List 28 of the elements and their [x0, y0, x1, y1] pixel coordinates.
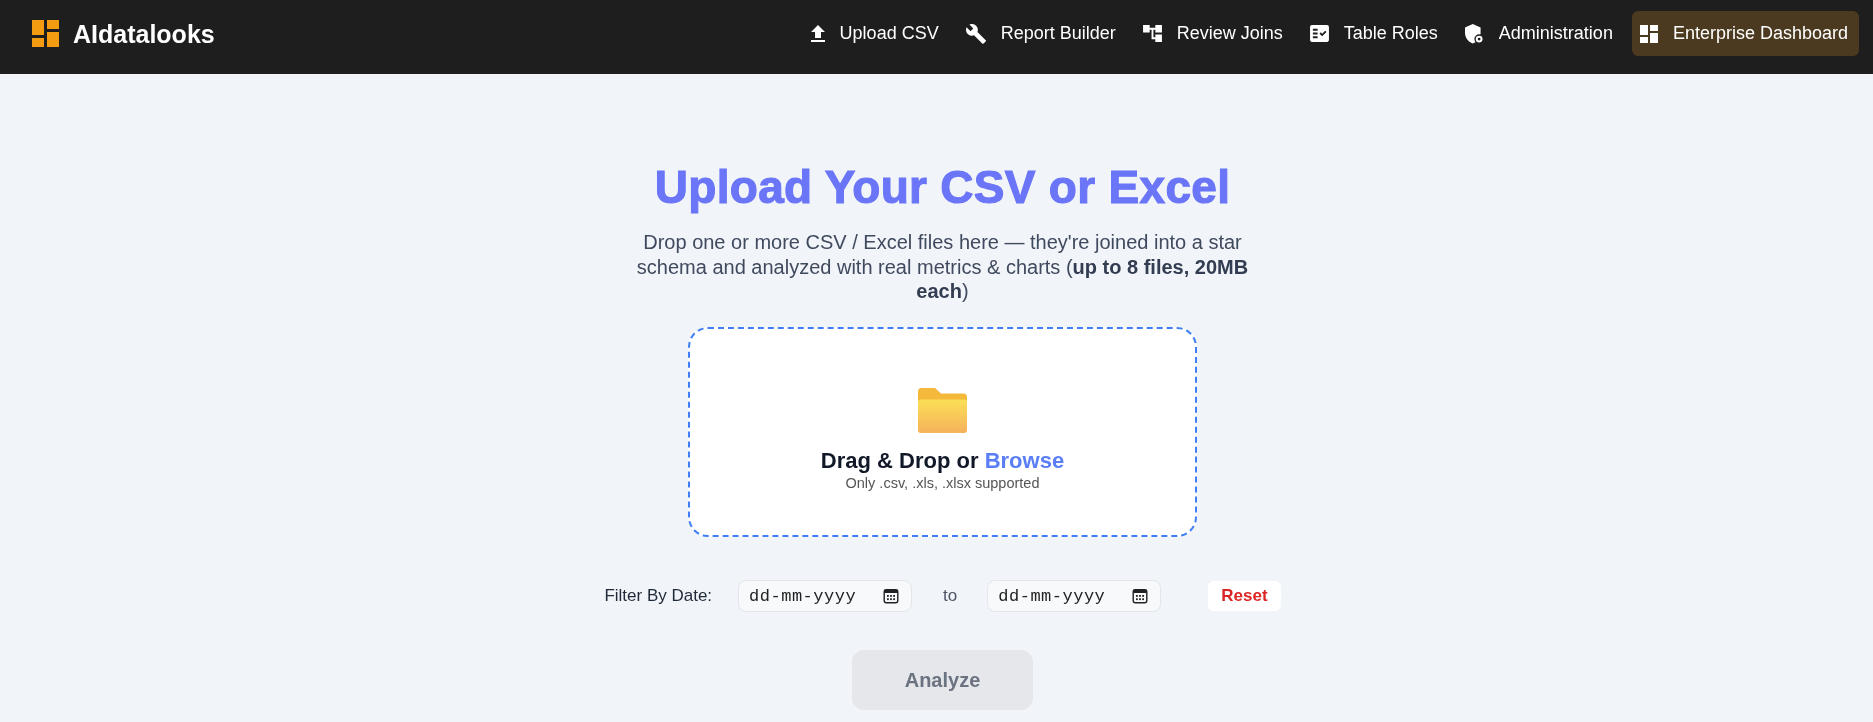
calendar-icon [883, 588, 900, 605]
logo-icon [32, 20, 59, 47]
nav-link[interactable]: Report Builder [957, 11, 1127, 56]
brand-link[interactable]: AIdatalooks [32, 18, 215, 49]
browse-link[interactable]: Browse [984, 448, 1065, 474]
reset-button[interactable]: Reset [1208, 581, 1281, 612]
drop-zone[interactable]: Drag & Drop or Browse Only .csv, .xls, .xlsx supported [688, 327, 1197, 538]
shield-icon [1464, 23, 1484, 44]
end-date-field[interactable]: dd-mm-yyyy [987, 580, 1162, 613]
drop-prompt: Drag & Drop or Browse [820, 448, 1065, 475]
dashboard-icon [1639, 24, 1658, 43]
nav-link[interactable]: Upload CSV [802, 11, 950, 56]
wrench-icon [965, 23, 986, 44]
upload-icon [810, 25, 825, 42]
file-type-hint: Only .csv, .xls, .xlsx supported [845, 474, 1040, 493]
calendar-icon [1132, 588, 1149, 605]
filter-label: Filter By Date: [604, 585, 713, 608]
nav-link[interactable]: Enterprise Dashboard [1631, 11, 1859, 56]
nav-link[interactable]: Table Roles [1301, 11, 1449, 56]
range-separator: to [943, 585, 958, 608]
start-date-field[interactable]: dd-mm-yyyy [738, 580, 913, 613]
page-subtitle: Drop one or more CSV / Excel files here — they're joined into a star schema and analyzed with real metrics & charts (up to 8 files, 20MB each) [635, 230, 1250, 304]
tree-icon [1142, 25, 1162, 42]
nav-link[interactable]: Review Joins [1134, 11, 1294, 56]
checklist-icon [1309, 25, 1329, 42]
nav-link[interactable]: Administration [1456, 11, 1624, 56]
page-title: Upload Your CSV or Excel [654, 160, 1231, 215]
folder-icon [918, 388, 967, 434]
